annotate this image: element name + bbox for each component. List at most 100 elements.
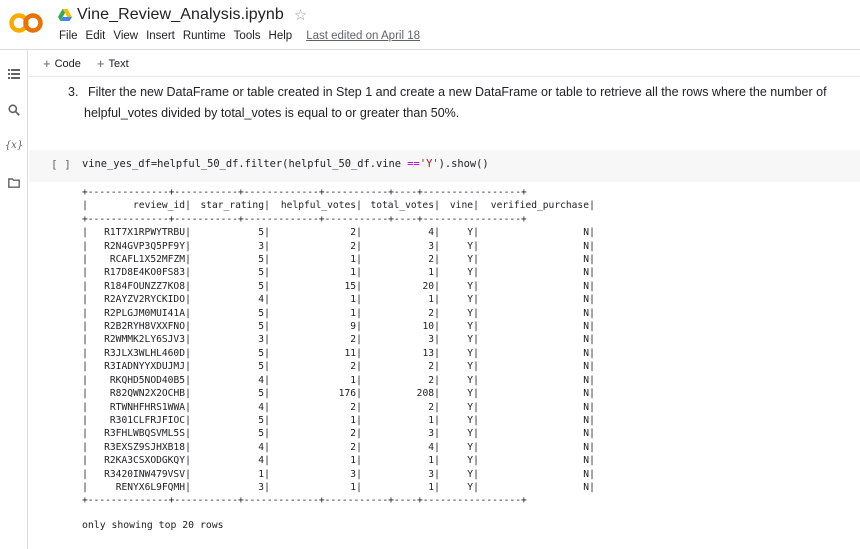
table-header-row-cell: star_rating <box>200 200 264 212</box>
colab-logo[interactable] <box>9 10 45 36</box>
table-row-cell: R3FHLWBQSVML5S <box>104 428 185 440</box>
table-row-cell: N <box>583 280 589 292</box>
last-edited-link[interactable]: Last edited on April 18 <box>306 30 420 42</box>
table-row-cell: 2 <box>428 254 434 266</box>
add-code-label: Code <box>54 57 81 70</box>
menu-view[interactable]: View <box>109 30 142 42</box>
table-row-cell: N <box>583 267 589 279</box>
table-row-cell: R2AYZV2RYCKIDO <box>104 294 185 306</box>
variables-icon[interactable]: {x} <box>0 134 28 156</box>
table-row-cell: 2 <box>428 374 434 386</box>
table-row-cell: 5 <box>258 280 264 292</box>
table-row-cell: 4 <box>258 441 264 453</box>
run-cell-button[interactable]: [ ] <box>51 158 71 171</box>
table-row-cell: Y <box>467 388 473 400</box>
table-row-cell: Y <box>467 428 473 440</box>
table-row-cell: 1 <box>350 267 356 279</box>
code-cell[interactable]: [ ] vine_yes_df=helpful_50_df.filter(hel… <box>29 150 860 182</box>
table-row-cell: Y <box>467 307 473 319</box>
table-row-cell: 4 <box>428 227 434 239</box>
table-row-cell: 3 <box>428 428 434 440</box>
table-row-cell: 2 <box>350 361 356 373</box>
table-row: | R2B2RYH8VXXFNO | 5 | 9 | 10 | Y | N | <box>82 320 602 333</box>
table-row-cell: 3 <box>258 481 264 493</box>
table-header-border: +--------------+-----------+------------… <box>82 213 527 225</box>
table-row-cell: 11 <box>344 347 356 359</box>
table-row-cell: 1 <box>350 414 356 426</box>
table-row-cell: R2PLGJM0MUI41A <box>104 307 185 319</box>
plus-icon: + <box>96 56 105 71</box>
table-row-cell: 5 <box>258 428 264 440</box>
table-row-cell: N <box>583 361 589 373</box>
code-text-end: ).show() <box>438 158 489 170</box>
table-row-cell: 3 <box>428 334 434 346</box>
search-icon[interactable] <box>0 99 28 121</box>
table-row-cell: R82QWN2X2OCHB <box>109 388 185 400</box>
table-row-cell: RKQHD5NOD40B5 <box>109 374 185 386</box>
table-row-cell: Y <box>467 267 473 279</box>
cell-toolbar: + Code + Text <box>29 51 860 77</box>
table-row-cell: 1 <box>428 414 434 426</box>
table-row-cell: 1 <box>428 455 434 467</box>
table-row-cell: 5 <box>258 307 264 319</box>
table-row-cell: 1 <box>350 307 356 319</box>
step-number: 3. <box>68 85 79 99</box>
table-row-cell: R301CLFRJFIOC <box>109 414 185 426</box>
table-row-cell: R3EXSZ9SJHXB18 <box>104 441 185 453</box>
folder-icon[interactable] <box>0 172 28 194</box>
table-row-cell: Y <box>467 455 473 467</box>
table-row: | R301CLFRJFIOC | 5 | 1 | 1 | Y | N | <box>82 414 602 427</box>
table-row: | R184FOUNZZ7KO8 | 5 | 15 | 20 | Y | N | <box>82 280 602 293</box>
menu-help[interactable]: Help <box>265 30 297 42</box>
table-row-cell: Y <box>467 374 473 386</box>
notebook-title[interactable]: Vine_Review_Analysis.ipynb <box>77 6 284 24</box>
table-of-contents-icon[interactable] <box>0 63 28 85</box>
table-row-cell: Y <box>467 227 473 239</box>
table-row-cell: 4 <box>258 294 264 306</box>
table-row: | R17D8E4KO0FS83 | 5 | 1 | 1 | Y | N | <box>82 266 602 279</box>
star-icon[interactable]: ☆ <box>294 6 307 24</box>
menu-insert[interactable]: Insert <box>142 30 179 42</box>
table-row-cell: 13 <box>422 347 434 359</box>
table-row: | R2AYZV2RYCKIDO | 4 | 1 | 1 | Y | N | <box>82 293 602 306</box>
menu-runtime[interactable]: Runtime <box>179 30 230 42</box>
table-row-cell: N <box>583 414 589 426</box>
text-cell[interactable]: 3. Filter the new DataFrame or table crea… <box>62 82 842 124</box>
code-editor[interactable]: vine_yes_df=helpful_50_df.filter(helpful… <box>82 158 489 170</box>
menu-file[interactable]: File <box>55 30 82 42</box>
column-divider: | <box>589 347 595 359</box>
menu-tools[interactable]: Tools <box>230 30 265 42</box>
table-row-cell: Y <box>467 401 473 413</box>
column-divider: | <box>589 401 595 413</box>
column-divider: | <box>589 468 595 480</box>
table-row-cell: Y <box>467 347 473 359</box>
code-string: 'Y' <box>419 158 439 170</box>
column-divider: | <box>589 294 595 306</box>
notebook-header: Vine_Review_Analysis.ipynb ☆ File Edit V… <box>0 0 860 50</box>
table-row-cell: 9 <box>350 321 356 333</box>
table-row-cell: 1 <box>350 294 356 306</box>
column-divider: | <box>589 428 595 440</box>
table-row-cell: 4 <box>258 455 264 467</box>
table-row-cell: 2 <box>350 240 356 252</box>
table-row-cell: R3IADNYYXDUJMJ <box>104 361 185 373</box>
column-divider: | <box>589 307 595 319</box>
table-row-cell: 20 <box>422 280 434 292</box>
table-row-cell: Y <box>467 441 473 453</box>
table-row: | R82QWN2X2OCHB | 5 | 176 | 208 | Y | N | <box>82 387 602 400</box>
table-header-row-cell: total_votes <box>370 200 434 212</box>
menu-bar: File Edit View Insert Runtime Tools Help… <box>55 30 420 42</box>
table-row-cell: 5 <box>258 227 264 239</box>
table-row-cell: 15 <box>344 280 356 292</box>
table-row-cell: N <box>583 240 589 252</box>
text-cell-line2: helpful_votes divided by total_votes is … <box>84 106 460 120</box>
column-divider: | <box>589 481 595 493</box>
add-text-button[interactable]: + Text <box>97 56 129 71</box>
table-row-cell: RTWNHFHRS1WWA <box>109 401 185 413</box>
table-row: | R3420INW479VSV | 1 | 3 | 3 | Y | N | <box>82 468 602 481</box>
table-row: | R2N4GVP3Q5PF9Y | 3 | 2 | 3 | Y | N | <box>82 240 602 253</box>
menu-edit[interactable]: Edit <box>82 30 110 42</box>
table-row-cell: N <box>583 455 589 467</box>
table-row-cell: 4 <box>258 401 264 413</box>
add-code-button[interactable]: + Code <box>43 56 81 71</box>
